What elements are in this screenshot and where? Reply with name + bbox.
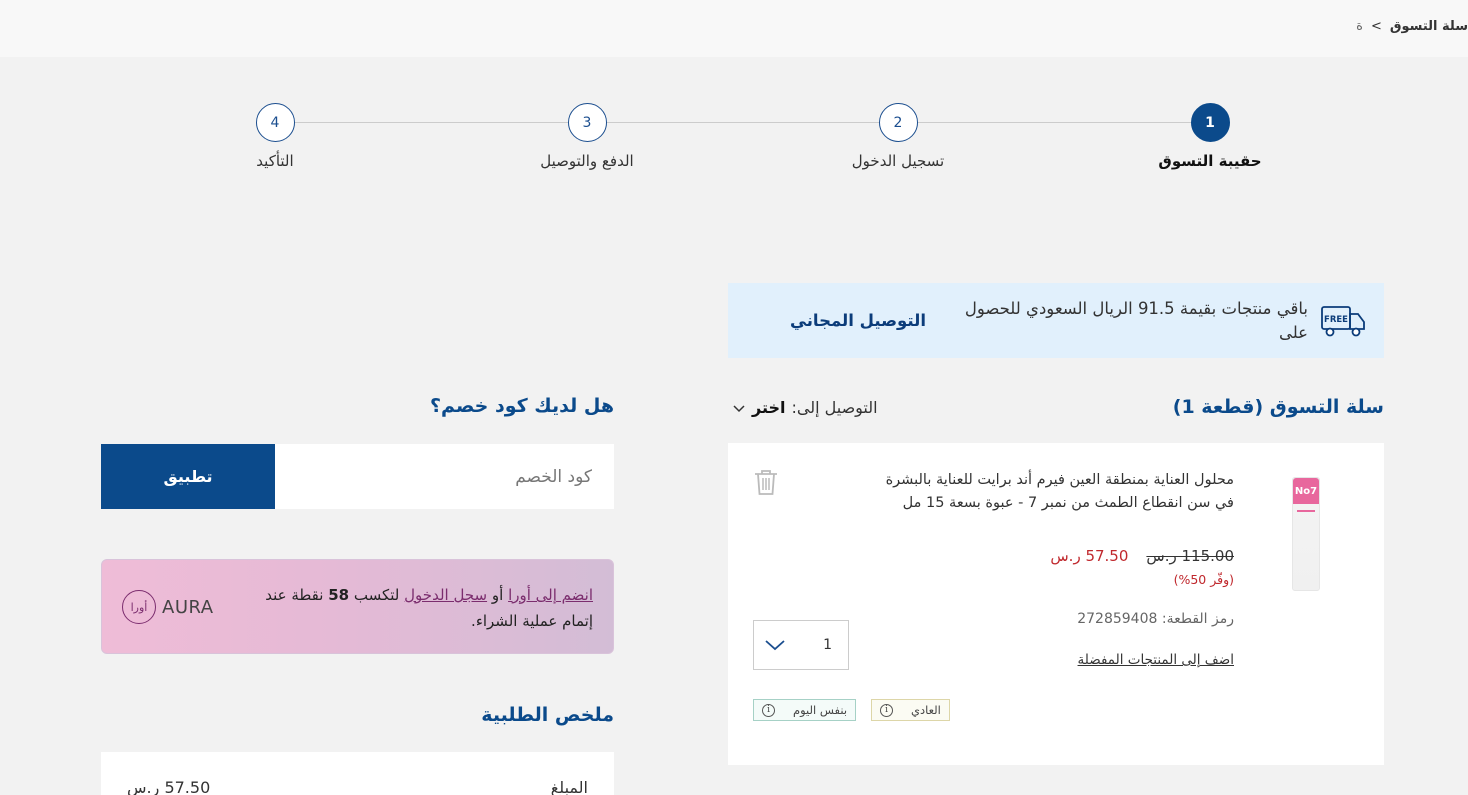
step-shopping-bag: 1 حقيبة التسوق: [1110, 103, 1310, 170]
free-icon-text: FREE: [1324, 315, 1348, 325]
save-percent: (وفّر 50%): [1173, 572, 1234, 587]
aura-message: انضم إلى أورا أو سجل الدخول لتكسب 58 نقط…: [233, 582, 593, 634]
delivery-option-normal[interactable]: العادي i: [871, 699, 950, 721]
aura-logo: أورا AURA: [122, 590, 214, 624]
product-image[interactable]: No7: [1292, 477, 1320, 591]
step-confirmation: 4 التأكيد: [175, 103, 375, 170]
breadcrumb-separator: >: [1370, 19, 1382, 34]
order-summary-title: ملخص الطلبية: [481, 704, 614, 726]
breadcrumb-previous[interactable]: ة: [1356, 19, 1363, 34]
chevron-down-icon[interactable]: [732, 401, 746, 415]
step-label: تسجيل الدخول: [851, 152, 945, 170]
delivery-option-label: بنفس اليوم: [793, 703, 848, 717]
step-label: حقيبة التسوق: [1158, 152, 1262, 170]
step-number: 2: [878, 103, 918, 142]
aura-or: أو: [491, 586, 504, 604]
free-delivery-highlight: التوصيل المجاني: [790, 311, 926, 330]
trash-icon[interactable]: [753, 468, 779, 496]
step-number: 4: [255, 103, 295, 142]
cart-item-card: No7 محلول العناية بمنطقة العين فيرم أند …: [728, 443, 1384, 765]
aura-logo-ring: أورا: [122, 590, 156, 624]
aura-earn: لتكسب: [353, 586, 400, 604]
info-icon[interactable]: i: [880, 703, 893, 717]
aura-loyalty-banner: أورا AURA انضم إلى أورا أو سجل الدخول لت…: [101, 559, 614, 654]
free-delivery-message: باقي منتجات بقيمة 91.5 الريال السعودي لل…: [964, 298, 1308, 342]
order-summary-card: المبلغ 57.50 ر.س: [101, 752, 614, 795]
deliver-to-selector[interactable]: التوصيل إلى: اختر: [732, 398, 878, 417]
aura-points: 58: [328, 586, 350, 604]
quantity-select[interactable]: 1: [753, 620, 849, 670]
summary-amount-label: المبلغ: [550, 778, 588, 795]
aura-login-link[interactable]: سجل الدخول: [404, 586, 487, 604]
chevron-down-icon[interactable]: [764, 638, 786, 652]
deliver-to-choose[interactable]: اختر: [752, 398, 786, 417]
join-aura-link[interactable]: انضم إلى أورا: [508, 586, 593, 604]
item-sku: رمز القطعة: 272859408: [1077, 611, 1234, 627]
step-number: 3: [567, 103, 607, 142]
delivery-option-label: العادي: [911, 703, 941, 717]
step-payment-delivery: 3 الدفع والتوصيل: [487, 103, 687, 170]
coupon-code-input[interactable]: [275, 444, 614, 509]
step-number: 1: [1190, 103, 1230, 142]
top-bar: سلة التسوق > ة: [0, 0, 1468, 57]
quantity-value: 1: [823, 637, 832, 653]
breadcrumb: سلة التسوق > ة: [1356, 19, 1468, 34]
stepper-line: [275, 122, 1210, 123]
info-icon[interactable]: i: [762, 703, 775, 717]
price-row: 115.00 ر.س 57.50 ر.س: [1050, 547, 1234, 565]
cart-title: سلة التسوق (قطعة 1): [1172, 396, 1384, 418]
apply-coupon-button[interactable]: تطبيق: [101, 444, 275, 509]
summary-amount-row: المبلغ 57.50 ر.س: [127, 778, 588, 795]
product-image-stripe: [1297, 510, 1315, 512]
product-name[interactable]: محلول العناية بمنطقة العين فيرم أند براي…: [872, 469, 1234, 515]
old-price: 115.00 ر.س: [1146, 547, 1234, 565]
coupon-form: تطبيق: [101, 444, 614, 509]
summary-amount-value: 57.50 ر.س: [127, 778, 211, 795]
coupon-title: هل لديك كود خصم؟: [430, 395, 614, 417]
product-image-brand: No7: [1293, 478, 1319, 504]
aura-logo-word: AURA: [162, 596, 214, 618]
delivery-option-same-day[interactable]: بنفس اليوم i: [753, 699, 857, 721]
free-delivery-banner: FREE باقي منتجات بقيمة 91.5 الريال السعو…: [728, 283, 1384, 358]
deliver-to-label: التوصيل إلى:: [791, 398, 878, 417]
step-label: التأكيد: [256, 152, 294, 170]
sale-price: 57.50 ر.س: [1050, 547, 1129, 565]
step-label: الدفع والتوصيل: [540, 152, 634, 170]
add-to-favorites-link[interactable]: اضف إلى المنتجات المفضلة: [1078, 652, 1234, 668]
breadcrumb-current: سلة التسوق: [1389, 19, 1468, 34]
step-login: 2 تسجيل الدخول: [798, 103, 998, 170]
delivery-truck-icon: FREE: [1321, 305, 1365, 336]
